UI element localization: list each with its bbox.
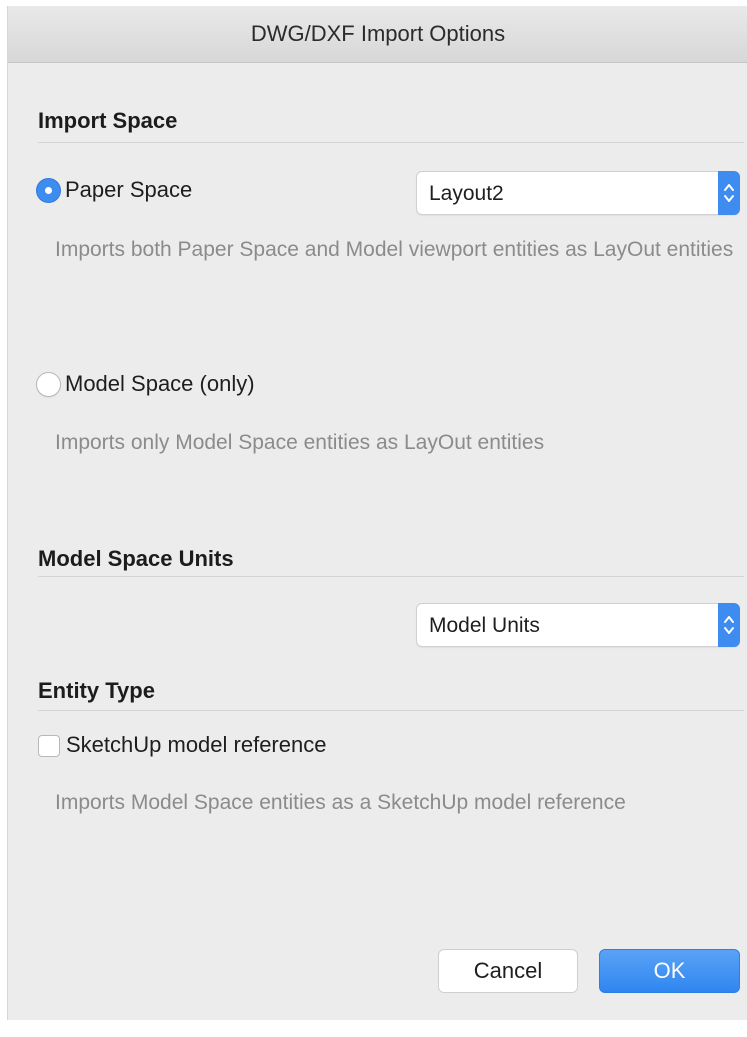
model-units-select[interactable]: Model Units xyxy=(416,603,740,647)
import-space-heading: Import Space xyxy=(38,108,178,133)
up-down-arrows-icon xyxy=(724,184,734,202)
import-space-divider xyxy=(38,142,744,143)
paper-space-label[interactable]: Paper Space xyxy=(65,177,192,203)
import-options-dialog: DWG/DXF Import Options Import Space Pape… xyxy=(7,6,747,1020)
model-space-description: Imports only Model Space entities as Lay… xyxy=(55,431,545,454)
entity-type-heading: Entity Type xyxy=(38,678,155,703)
model-units-select-stepper[interactable] xyxy=(718,603,740,647)
up-down-arrows-icon xyxy=(724,616,734,634)
paper-space-radio[interactable] xyxy=(36,178,61,203)
model-space-radio[interactable] xyxy=(36,372,61,397)
ok-button[interactable]: OK xyxy=(599,949,740,993)
entity-type-divider xyxy=(38,710,744,711)
dialog-title: DWG/DXF Import Options xyxy=(250,21,506,46)
paper-space-description: Imports both Paper Space and Model viewp… xyxy=(55,238,734,261)
model-units-select-value: Model Units xyxy=(429,614,540,637)
layout-select[interactable]: Layout2 xyxy=(416,171,740,215)
sketchup-reference-description: Imports Model Space entities as a Sketch… xyxy=(55,791,626,814)
sketchup-reference-label[interactable]: SketchUp model reference xyxy=(66,732,326,758)
model-space-label[interactable]: Model Space (only) xyxy=(65,371,255,397)
layout-select-stepper[interactable] xyxy=(718,171,740,215)
layout-select-value: Layout2 xyxy=(429,182,504,205)
model-space-units-divider xyxy=(38,576,744,577)
dialog-title-bar: DWG/DXF Import Options xyxy=(8,6,747,63)
cancel-button[interactable]: Cancel xyxy=(438,949,578,993)
model-space-units-heading: Model Space Units xyxy=(38,546,234,571)
sketchup-reference-checkbox[interactable] xyxy=(38,735,60,757)
